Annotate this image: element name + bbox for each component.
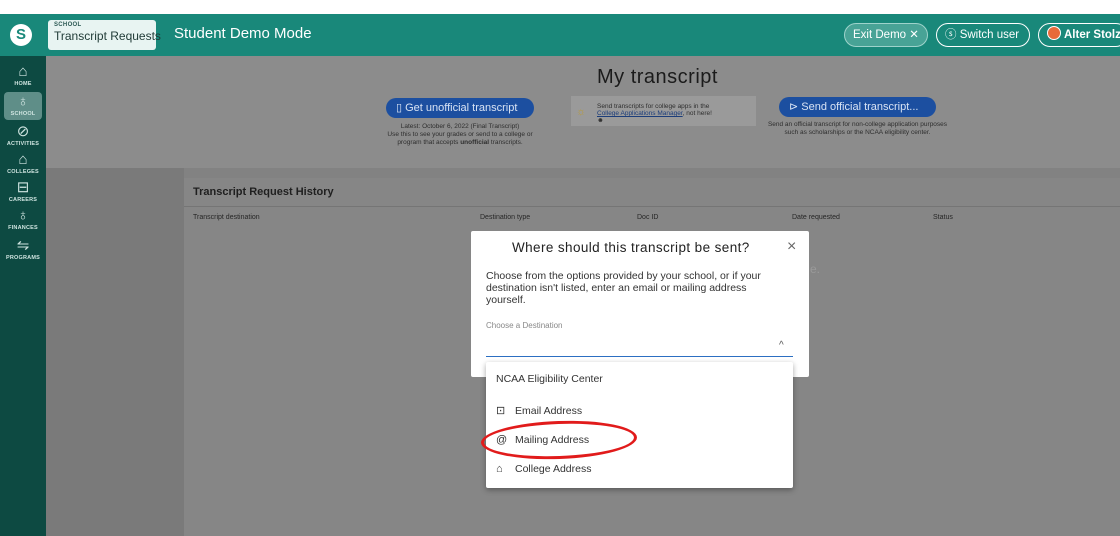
exit-demo-button[interactable]: Exit Demo ✕ (844, 23, 928, 47)
sidebar-item-label: PROGRAMS (6, 255, 40, 261)
switch-user-button[interactable]: ⓢ Switch user (936, 23, 1030, 47)
sidebar-item-label: CAREERS (8, 197, 38, 203)
sidebar-item-label: COLLEGES (7, 169, 39, 175)
home-icon: ⌂ (18, 63, 28, 80)
get-unofficial-transcript-button[interactable]: ▯ Get unofficial transcript (386, 98, 534, 118)
unofficial-button-label: Get unofficial transcript (405, 102, 518, 114)
unofficial-note: Latest: October 6, 2022 (Final Transcrip… (370, 123, 550, 147)
col-doc-id[interactable]: Doc ID (637, 214, 658, 221)
close-icon[interactable]: × (787, 238, 796, 256)
dialog-description: Choose from the options provided by your… (486, 270, 761, 306)
option-college-address[interactable]: ⌂ College Address (496, 463, 591, 475)
official-note: Send an official transcript for non-coll… (767, 121, 948, 136)
school-icon: ♁ (17, 93, 29, 110)
document-icon: ▯ (396, 102, 406, 114)
send-official-transcript-button[interactable]: ⊳ Send official transcript... (779, 97, 936, 117)
lightbulb-icon: ☼ (576, 106, 587, 118)
programs-icon: ⇋ (16, 237, 30, 254)
option-label: Email Address (515, 405, 583, 417)
app-header: S SCHOOL Transcript Requests Student Dem… (0, 14, 1120, 56)
section-selector[interactable]: SCHOOL Transcript Requests (48, 20, 161, 50)
chevron-up-icon[interactable]: ^ (779, 340, 784, 351)
left-gutter (46, 168, 184, 536)
email-icon: ⊡ (496, 405, 506, 417)
user-menu-button[interactable]: Alter Stolz (1038, 23, 1120, 47)
sidebar-item-label: ACTIVITIES (6, 141, 40, 147)
switch-user-label: Switch user (959, 29, 1020, 41)
avatar (1047, 26, 1061, 40)
col-status[interactable]: Status (933, 214, 953, 221)
sidebar-item-label: FINANCES (8, 225, 38, 231)
college-icon: ⌂ (496, 463, 503, 475)
option-label: College Address (515, 463, 592, 475)
college-applications-manager-link[interactable]: College Applications Manager (597, 110, 683, 117)
finances-icon: ♁ (17, 207, 29, 224)
unofficial-desc-2: program that accepts unofficial transcri… (397, 139, 523, 146)
col-transcript-destination[interactable]: Transcript destination (193, 214, 260, 221)
send-icon: ⊳ (789, 101, 802, 113)
unofficial-desc-1: Use this to see your grades or send to a… (387, 131, 533, 138)
sidebar-item-finances[interactable]: ♁ FINANCES (0, 207, 46, 232)
option-ncaa-eligibility-center[interactable]: NCAA Eligibility Center (496, 373, 603, 385)
destination-select[interactable] (486, 356, 793, 357)
option-label: NCAA Eligibility Center (496, 373, 603, 385)
col-destination-type[interactable]: Destination type (480, 214, 530, 221)
user-circle-icon: ⓢ (945, 29, 960, 41)
col-date-requested[interactable]: Date requested (792, 214, 840, 221)
section-caption: SCHOOL (54, 22, 82, 28)
activities-icon: ⊘ (16, 123, 30, 140)
logo-icon[interactable]: S (10, 24, 32, 46)
section-title: Transcript Requests (54, 29, 161, 43)
college-apps-hint: Send transcripts for college apps in the… (597, 103, 727, 124)
history-title: Transcript Request History (193, 186, 334, 198)
dialog-title: Where should this transcript be sent? (512, 240, 750, 255)
mode-title: Student Demo Mode (174, 25, 312, 42)
page-title: My transcript (597, 66, 718, 88)
option-email-address[interactable]: ⊡ Email Address (496, 404, 582, 417)
sidebar-item-programs[interactable]: ⇋ PROGRAMS (0, 237, 46, 262)
unofficial-latest: Latest: October 6, 2022 (Final Transcrip… (400, 123, 520, 130)
top-frame (0, 0, 1120, 14)
sidebar: ⌂ HOME ♁ SCHOOL ⊘ ACTIVITIES ⌂ COLLEGES … (0, 56, 46, 536)
sidebar-item-home[interactable]: ⌂ HOME (0, 63, 46, 88)
sidebar-item-colleges[interactable]: ⌂ COLLEGES (0, 151, 46, 176)
colleges-icon: ⌂ (18, 151, 28, 168)
sidebar-item-label: HOME (14, 81, 32, 87)
sidebar-item-activities[interactable]: ⊘ ACTIVITIES (0, 123, 46, 148)
sidebar-item-label: SCHOOL (10, 111, 36, 117)
user-name: Alter Stolz (1064, 29, 1120, 41)
empty-state-text: e. (810, 262, 821, 276)
official-button-label: Send official transcript... (801, 101, 919, 113)
careers-icon: ⊟ (16, 179, 30, 196)
divider (184, 206, 1120, 207)
destination-field-label: Choose a Destination (486, 321, 563, 330)
smiley-icon: ☻ (597, 117, 604, 124)
sidebar-item-careers[interactable]: ⊟ CAREERS (0, 179, 46, 204)
sidebar-item-school[interactable]: ♁ SCHOOL (4, 92, 42, 120)
